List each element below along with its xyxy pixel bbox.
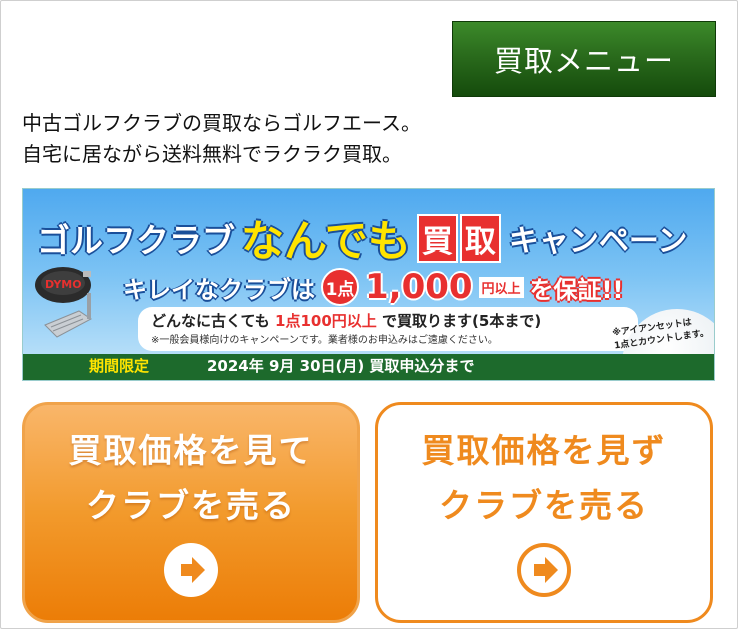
banner-title-golfclub: ゴルフクラブ — [37, 221, 235, 260]
banner-period: 2024年 9月 30日(月) 買取申込分まで — [207, 357, 475, 375]
banner-title-campaign: キャンペーン — [508, 224, 688, 259]
banner-unit: 円以上 — [478, 276, 524, 298]
sell-with-price-label: 買取価格を見て クラブを売る — [25, 423, 357, 533]
sell-without-price-line-1: 買取価格を見ず — [421, 431, 667, 470]
buy-menu-button[interactable]: 買取メニュー — [452, 21, 716, 97]
banner-info-a: どんなに古くても — [151, 312, 270, 330]
banner-limited-label: 期間限定 — [89, 357, 150, 375]
sell-without-price-label: 買取価格を見ず クラブを売る — [378, 423, 710, 533]
banner-one-point: 1点 — [321, 268, 359, 306]
banner-info-line-1: どんなに古くても 1点100円以上 で買取ります(5本まで) — [151, 310, 541, 331]
arrow-right-icon — [164, 543, 218, 597]
banner-info-line-2: ※一般会員様向けのキャンペーンです。業者様のお申込みはご遠慮ください。 — [151, 335, 498, 346]
intro-line-2: 自宅に居ながら送料無料でラクラク買取。 — [22, 142, 402, 166]
banner-title-nandemo: なんでも — [241, 217, 411, 267]
arrow-right-icon — [517, 543, 571, 597]
banner-amount: 1,000 — [365, 267, 473, 307]
banner-sub-right: を保証!! — [529, 275, 624, 304]
banner-info-red: 1点100円以上 — [275, 312, 377, 330]
sell-without-price-line-2: クラブを売る — [439, 486, 649, 525]
sell-with-price-line-2: クラブを売る — [86, 486, 296, 525]
banner-info-b: で買取ります(5本まで) — [382, 312, 542, 330]
banner-title-kanji-2: 取 — [459, 213, 501, 263]
banner-guarantee: キレイなクラブは 1点 1,000 円以上 を保証!! — [123, 267, 623, 307]
banner-sub-left: キレイなクラブは — [123, 275, 315, 304]
sell-without-price-button[interactable]: 買取価格を見ず クラブを売る — [375, 402, 713, 623]
intro-line-1: 中古ゴルフクラブの買取ならゴルフエース。 — [22, 111, 421, 135]
golf-club-image: DYMO — [31, 263, 121, 357]
club-brand: DYMO — [45, 278, 82, 291]
banner-title-kanji-1: 買 — [416, 213, 458, 263]
sell-with-price-line-1: 買取価格を見て — [68, 431, 314, 470]
banner-title: ゴルフクラブ なんでも 買 取 キャンペーン — [37, 207, 687, 269]
sell-with-price-button[interactable]: 買取価格を見て クラブを売る — [22, 402, 360, 623]
intro-text: 中古ゴルフクラブの買取ならゴルフエース。 自宅に居ながら送料無料でラクラク買取。 — [22, 108, 421, 170]
campaign-banner[interactable]: ゴルフクラブ なんでも 買 取 キャンペーン DYMO キレイなクラブは 1点 … — [22, 188, 715, 381]
